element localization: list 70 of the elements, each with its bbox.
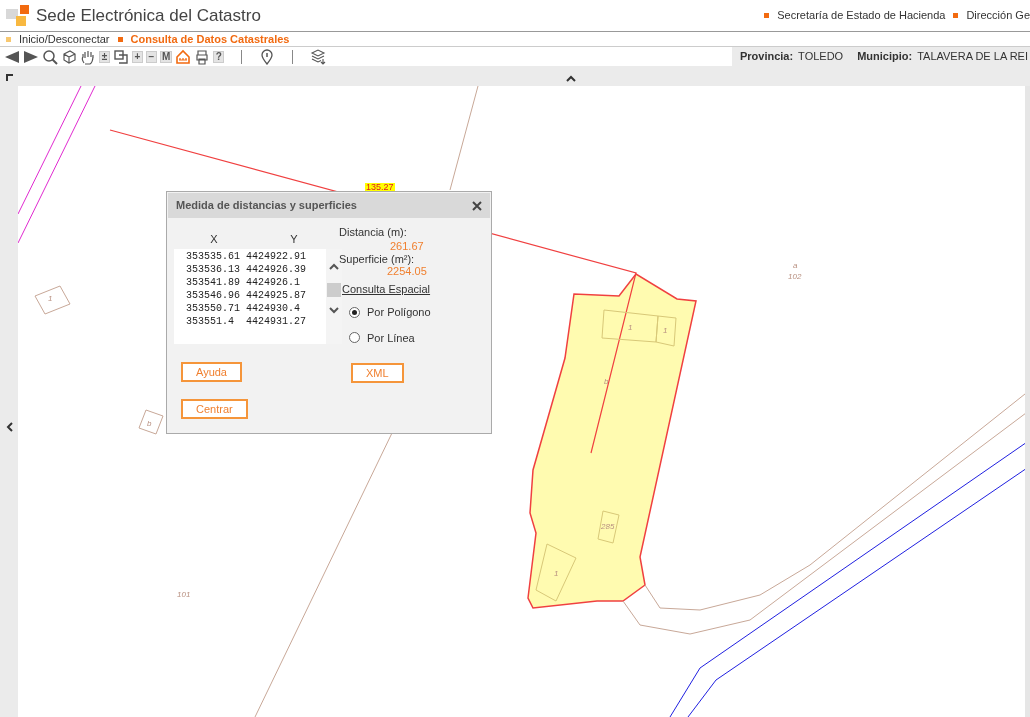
coordinate-cell-text: 4424931.27 [246, 315, 307, 328]
corner-icon [6, 74, 13, 81]
tool-button[interactable]: ± [99, 50, 110, 63]
area-label: Superficie (m²): [339, 251, 416, 266]
radio-label: Por Línea [367, 330, 415, 346]
forward-arrow-icon[interactable] [23, 48, 39, 65]
dialog-title: Medida de distancias y superficies [176, 198, 357, 214]
location-label: Municipio: [857, 49, 913, 65]
coordinate-cell-text: 4424925.87 [246, 289, 307, 302]
scroll-up-icon[interactable] [329, 263, 339, 270]
column-header: X [210, 233, 218, 245]
bullet-icon [953, 13, 959, 18]
map-label: a [793, 262, 798, 270]
info-pin-icon[interactable] [259, 48, 276, 65]
coordinate-cell-text: 4424926.1 [246, 276, 301, 289]
site-title: Sede Electrónica del Catastro [36, 4, 261, 27]
map-label: b [604, 378, 609, 386]
map-label: 285 [601, 523, 615, 531]
radio-button[interactable] [349, 306, 360, 318]
distance-value: 261.67 [389, 240, 425, 252]
coordinate-cell-text: 4424926.39 [246, 263, 307, 276]
back-arrow-icon[interactable] [4, 48, 20, 65]
chevron-up-icon[interactable] [566, 75, 576, 82]
scroll-down-icon[interactable] [329, 307, 339, 314]
coordinate-cell-text: 353546.96 [186, 289, 241, 302]
map-label: 1 [628, 324, 633, 332]
close-icon[interactable] [472, 200, 482, 211]
coordinate-cell-text: 353535.61 [186, 250, 241, 263]
map-label: 1 [554, 570, 559, 578]
zoom-box-icon[interactable] [113, 48, 129, 65]
coordinate-cell-text: 353550.71 [186, 302, 241, 315]
map-label: 101 [177, 591, 191, 599]
radio-label: Por Polígono [367, 305, 431, 320]
query-title: Consulta Espacial [342, 282, 431, 295]
map-label: 1 [48, 295, 53, 303]
search-icon[interactable] [42, 48, 58, 65]
coordinate-cell-text: 4424922.91 [246, 250, 307, 263]
distance-label: Distancia (m): [339, 225, 408, 240]
location-value: TALAVERA DE LA REI [917, 49, 1028, 65]
map-label: 102 [788, 273, 802, 281]
logo-icon [6, 4, 30, 27]
layers-icon[interactable] [310, 48, 327, 65]
coordinate-cell-text: 353536.13 [186, 263, 241, 276]
location-value: TOLEDO [798, 49, 844, 65]
column-header: Y [290, 233, 298, 245]
bullet-icon [117, 36, 123, 42]
bullet-icon [764, 13, 770, 18]
printer-icon[interactable] [194, 48, 211, 65]
tool-button[interactable]: ? [213, 50, 225, 63]
cube-icon[interactable] [61, 48, 77, 65]
tool-button[interactable]: − [146, 50, 157, 63]
location-label: Provincia: [739, 49, 794, 65]
chevron-left-icon[interactable] [6, 422, 13, 432]
header-link[interactable]: Dirección Ge [966, 7, 1030, 24]
map-label: b [147, 420, 152, 428]
coordinate-cell-text: 353551.4 [186, 315, 235, 328]
scroll-thumb[interactable] [327, 283, 341, 297]
tool-button[interactable]: M [160, 50, 173, 63]
header-link[interactable]: Secretaría de Estado de Hacienda [777, 7, 946, 24]
coordinate-cell-text: 4424930.4 [246, 302, 301, 315]
area-value: 2254.05 [387, 265, 428, 277]
map-label: 1 [663, 327, 668, 335]
tool-button[interactable]: + [132, 50, 143, 63]
radio-button[interactable] [349, 332, 360, 344]
nav-link[interactable]: Consulta de Datos Catastrales [130, 30, 290, 48]
coordinate-cell-text: 353541.89 [186, 276, 241, 289]
nav-link[interactable]: Inicio/Desconectar [19, 30, 110, 48]
hand-icon[interactable] [80, 48, 96, 65]
bullet-icon [6, 36, 11, 42]
ruler-house-icon[interactable] [175, 48, 192, 65]
